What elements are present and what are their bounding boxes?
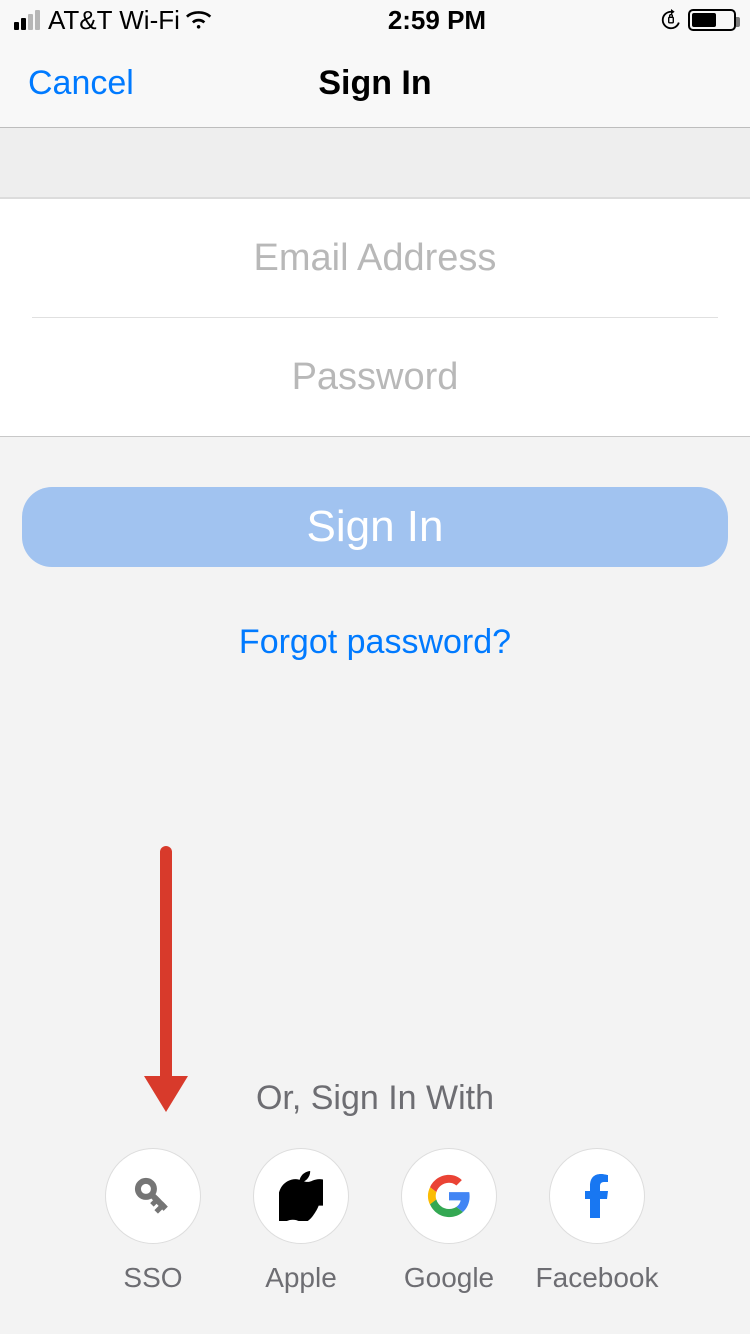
google-icon [427,1174,471,1218]
alt-signin-section: Or, Sign In With SSO [0,1079,750,1294]
status-left: AT&T Wi-Fi [14,5,214,36]
signin-form [0,198,750,437]
provider-apple[interactable]: Apple [251,1148,351,1294]
cancel-button[interactable]: Cancel [28,64,134,103]
clock: 2:59 PM [388,5,486,36]
provider-label: SSO [123,1262,182,1294]
apple-circle [253,1148,349,1244]
provider-label: Google [404,1262,494,1294]
forgot-password-link[interactable]: Forgot password? [22,623,728,662]
provider-row: SSO Apple Google [0,1148,750,1294]
signin-button[interactable]: Sign In [22,487,728,567]
cellular-signal-icon [14,10,40,30]
provider-label: Apple [265,1262,337,1294]
status-right [660,9,736,31]
alt-signin-title: Or, Sign In With [0,1079,750,1118]
orientation-lock-icon [660,9,682,31]
provider-facebook[interactable]: Facebook [547,1148,647,1294]
facebook-icon [575,1174,619,1218]
provider-sso[interactable]: SSO [103,1148,203,1294]
sso-circle [105,1148,201,1244]
carrier-label: AT&T Wi-Fi [48,5,180,36]
provider-google[interactable]: Google [399,1148,499,1294]
wifi-icon [186,10,214,30]
password-field[interactable] [32,318,718,436]
status-bar: AT&T Wi-Fi 2:59 PM [0,0,750,40]
email-field[interactable] [32,199,718,317]
facebook-circle [549,1148,645,1244]
spacer [0,128,750,198]
apple-icon [279,1171,323,1221]
google-circle [401,1148,497,1244]
provider-label: Facebook [536,1262,659,1294]
battery-icon [688,9,736,31]
page-title: Sign In [318,64,431,103]
nav-bar: Cancel Sign In [0,40,750,128]
key-icon [128,1171,178,1221]
annotation-arrow [144,846,188,1112]
